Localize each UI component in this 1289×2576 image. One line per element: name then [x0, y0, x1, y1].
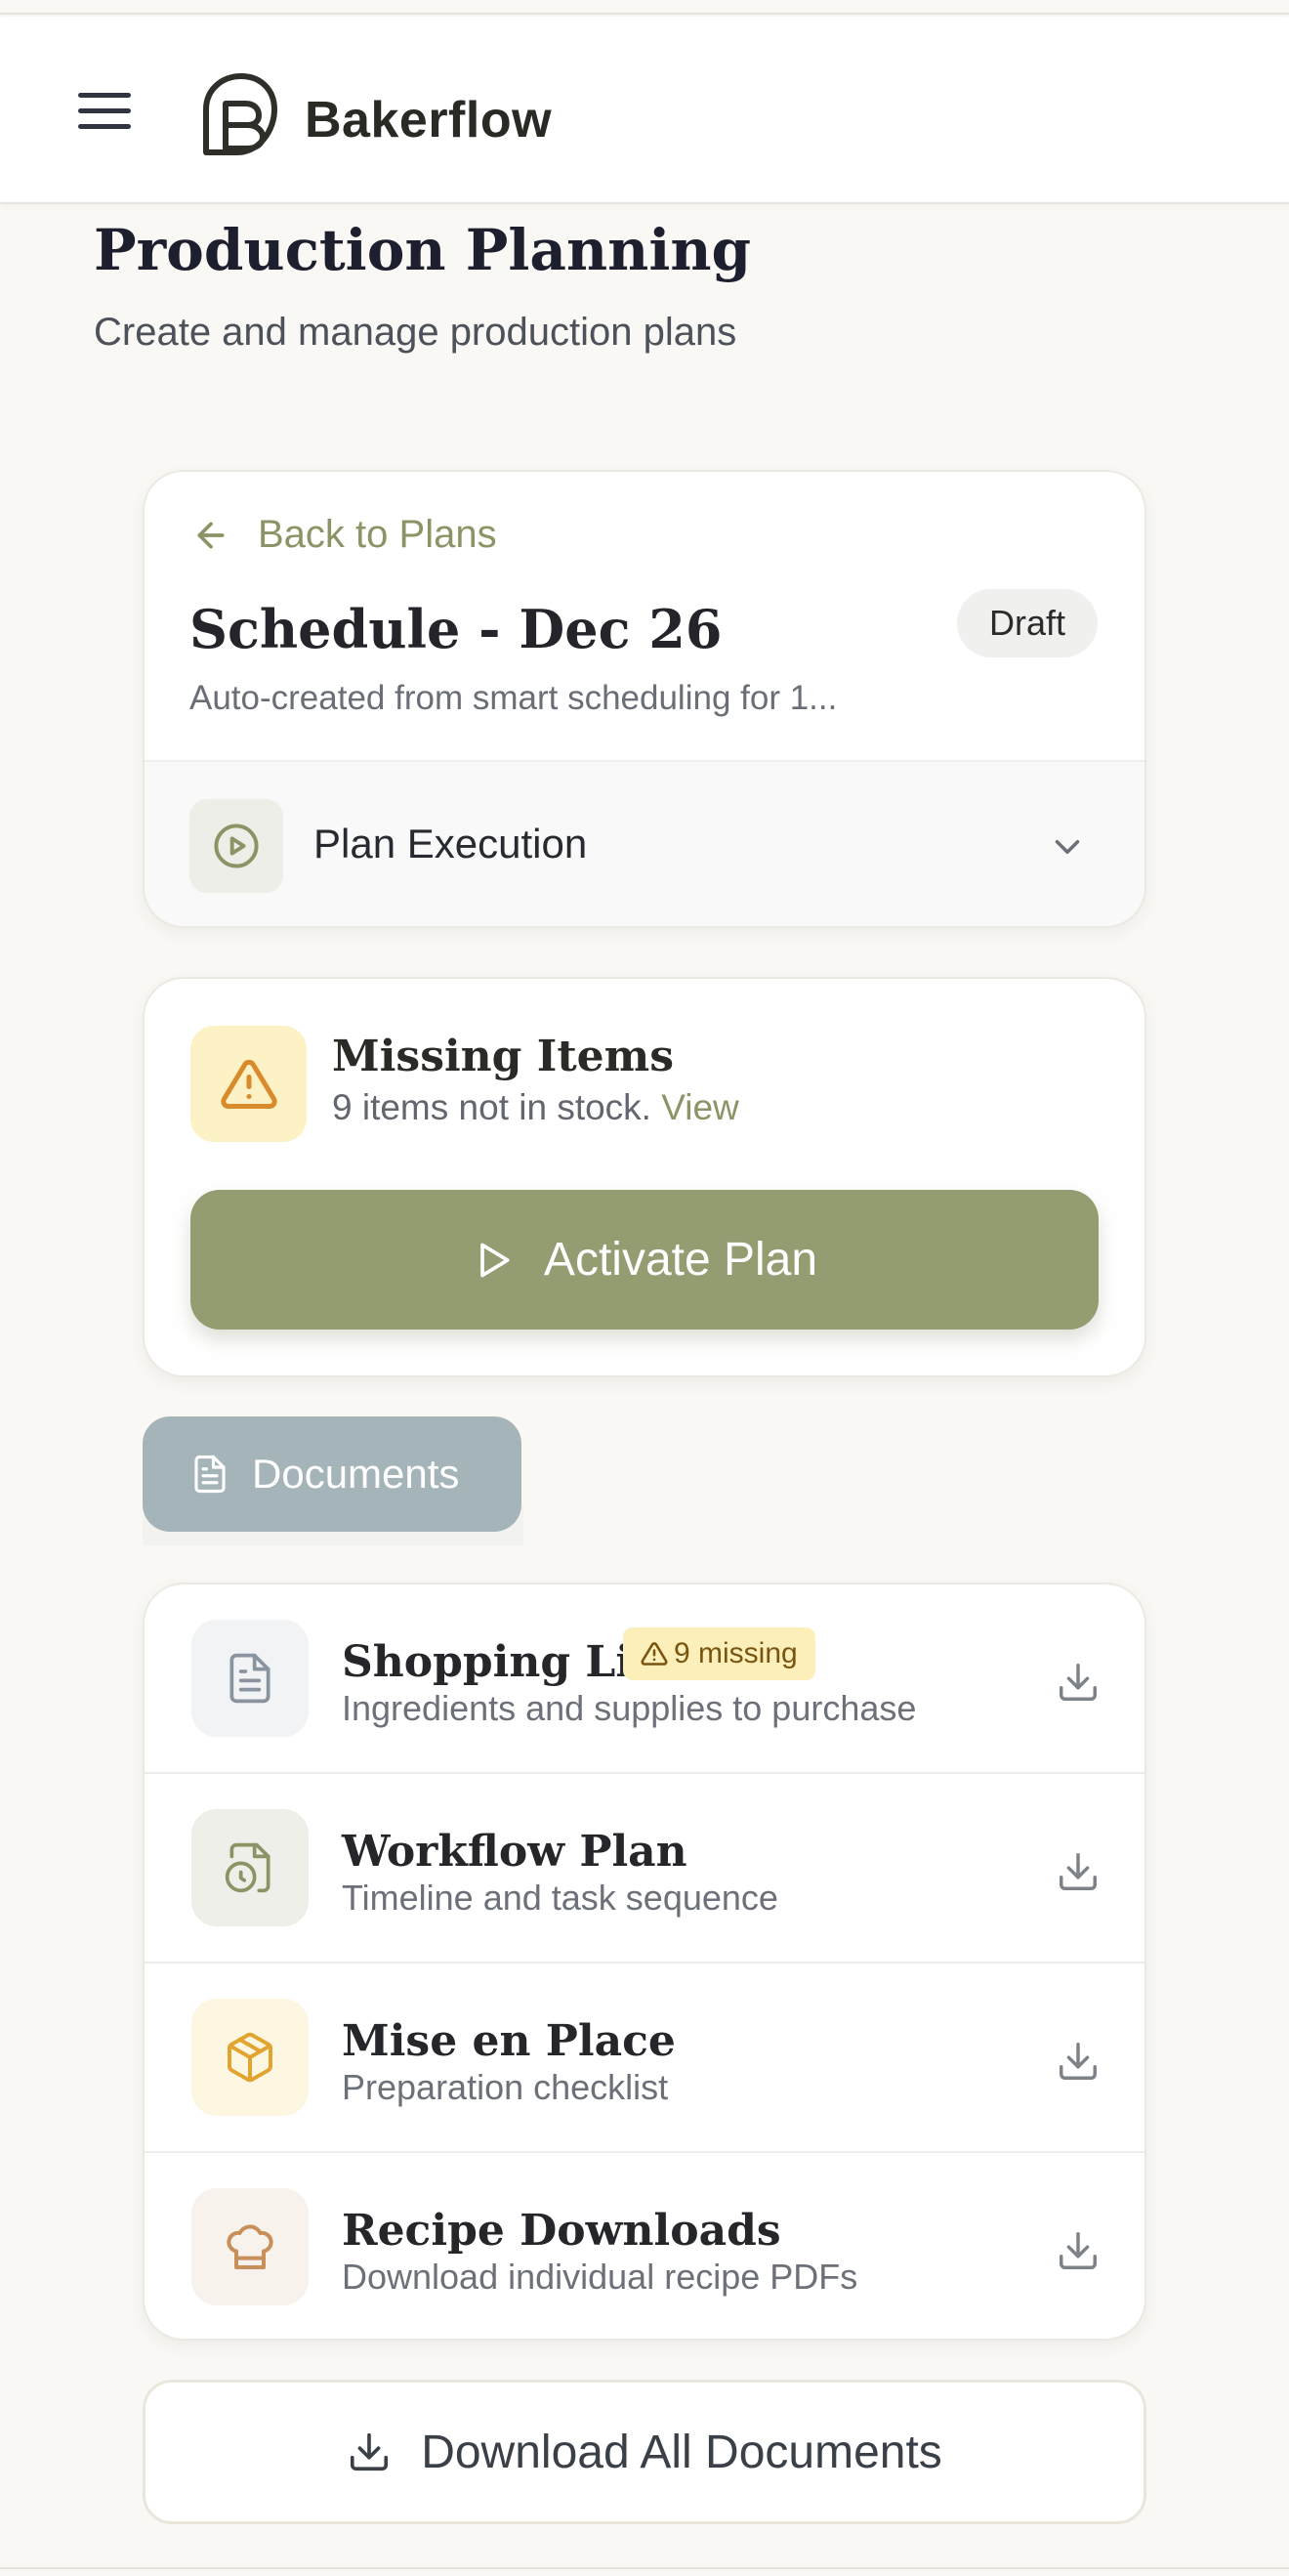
back-to-plans-label: Back to Plans — [258, 513, 497, 556]
bakerflow-logo-icon — [203, 73, 277, 155]
download-icon — [1060, 1853, 1097, 1890]
missing-count-label: 9 missing — [674, 1637, 798, 1669]
plan-execution-toggle[interactable]: Plan Execution — [145, 760, 1144, 926]
download-button[interactable] — [1051, 1844, 1105, 1899]
download-all-label: Download All Documents — [421, 2426, 942, 2478]
brand-name: Bakerflow — [305, 92, 553, 148]
doc-title: Mise en Place — [342, 2016, 676, 2066]
play-icon — [480, 1243, 510, 1277]
doc-subtitle: Ingredients and supplies to purchase — [342, 1688, 917, 1728]
package-icon — [191, 1999, 309, 2116]
warning-icon — [641, 1642, 668, 1666]
back-to-plans-link[interactable]: Back to Plans — [191, 513, 497, 557]
doc-subtitle: Preparation checklist — [342, 2067, 669, 2107]
doc-title: Workflow Plan — [342, 1827, 687, 1877]
download-icon — [1060, 2043, 1097, 2080]
document-icon — [194, 1455, 226, 1494]
download-all-documents-button[interactable]: Download All Documents — [143, 2380, 1146, 2524]
download-button[interactable] — [1051, 1655, 1105, 1710]
play-circle-icon — [189, 799, 283, 893]
warning-icon — [190, 1026, 307, 1142]
app-header: Bakerflow — [0, 17, 1289, 204]
list-item: Mise en Place Preparation checklist — [145, 1964, 1144, 2153]
missing-items-title: Missing Items — [332, 1032, 674, 1081]
bottom-strip — [0, 2567, 1289, 2576]
plan-execution-label: Plan Execution — [313, 821, 588, 866]
plan-description: Auto-created from smart scheduling for 1… — [189, 679, 838, 717]
chevron-down-icon — [1055, 840, 1080, 854]
download-icon — [1060, 2232, 1097, 2269]
file-clock-icon — [191, 1809, 309, 1926]
documents-tab-label: Documents — [252, 1451, 460, 1497]
activate-plan-button[interactable]: Activate Plan — [190, 1190, 1099, 1330]
doc-title: Recipe Downloads — [342, 2206, 781, 2256]
plan-title: Schedule - Dec 26 — [189, 598, 723, 660]
download-icon — [1060, 1664, 1097, 1701]
page-title: Production Planning — [94, 217, 752, 283]
hamburger-menu-button[interactable] — [76, 87, 133, 134]
list-item: Shopping List 9 missing Ingredients and … — [145, 1584, 1144, 1774]
status-badge: Draft — [957, 589, 1098, 657]
tab-documents[interactable]: Documents — [143, 1416, 521, 1532]
missing-count-badge: 9 missing — [623, 1627, 815, 1680]
missing-items-count-text: 9 items not in stock. — [332, 1087, 651, 1127]
missing-items-text: 9 items not in stock. View — [332, 1087, 739, 1128]
document-icon — [191, 1620, 309, 1737]
doc-subtitle: Download individual recipe PDFs — [342, 2257, 858, 2297]
doc-subtitle: Timeline and task sequence — [342, 1878, 778, 1918]
view-missing-link[interactable]: View — [661, 1087, 739, 1127]
list-item: Workflow Plan Timeline and task sequence — [145, 1774, 1144, 1964]
download-button[interactable] — [1051, 2223, 1105, 2278]
list-item: Recipe Downloads Download individual rec… — [145, 2153, 1144, 2343]
chef-hat-icon — [191, 2188, 309, 2305]
arrow-left-icon — [197, 522, 225, 548]
download-button[interactable] — [1051, 2034, 1105, 2089]
download-icon — [351, 2432, 389, 2471]
status-strip — [0, 0, 1289, 15]
page-subtitle: Create and manage production plans — [94, 311, 737, 354]
activate-plan-label: Activate Plan — [543, 1234, 818, 1286]
